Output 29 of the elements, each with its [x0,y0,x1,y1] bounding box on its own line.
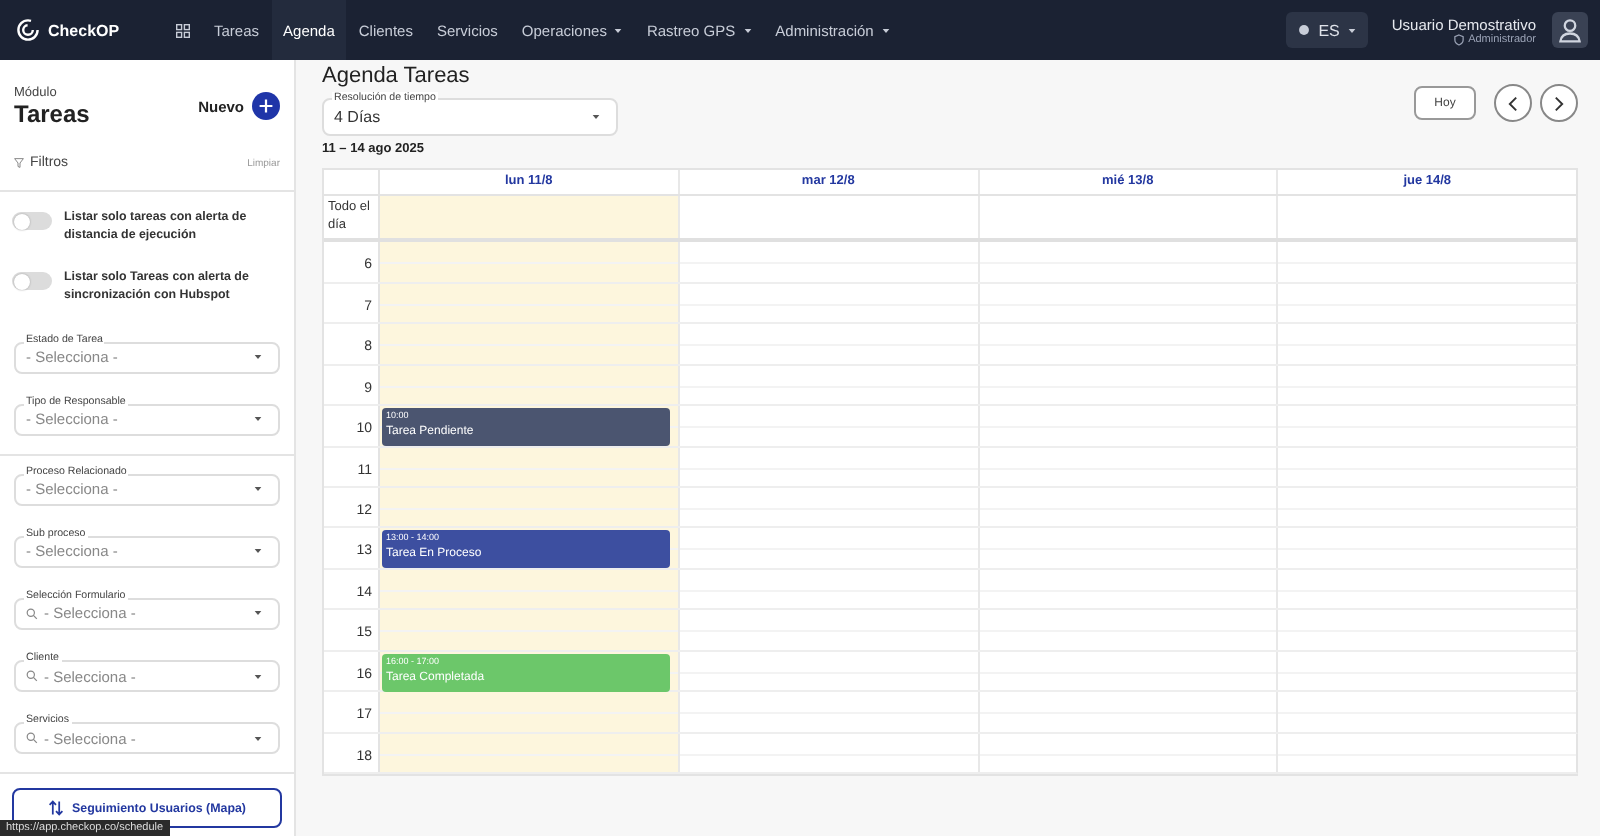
toggle-switch[interactable] [12,212,52,230]
toggle-switch[interactable] [12,272,52,291]
caret-icon [254,354,262,361]
previous-button[interactable] [1494,84,1532,122]
all-day-cell[interactable] [380,195,680,239]
caret-icon [254,610,262,617]
next-button[interactable] [1540,84,1578,122]
grid-icon[interactable] [176,23,190,37]
chevron-left-icon [1508,95,1518,111]
user-avatar-button[interactable] [1552,12,1588,48]
brand-name: CheckOP [48,21,120,39]
caret-icon [592,114,600,120]
sort-arrows-icon [48,800,64,816]
user-icon [1556,16,1584,44]
caret-icon [1347,27,1356,33]
shield-icon [1454,33,1465,45]
filter-icon [14,158,24,168]
plus-icon [258,98,274,114]
caret-icon [254,548,262,555]
logo-icon [16,18,40,42]
page-title: Agenda Tareas [322,64,472,88]
caret-icon [254,673,262,680]
caret-icon [254,735,262,742]
chevron-right-icon [1554,95,1564,111]
caret-icon [254,486,262,493]
caret-icon [254,416,262,423]
module-title: Tareas [14,99,92,127]
add-button[interactable] [252,92,280,120]
language-button[interactable]: ES [1286,12,1368,48]
